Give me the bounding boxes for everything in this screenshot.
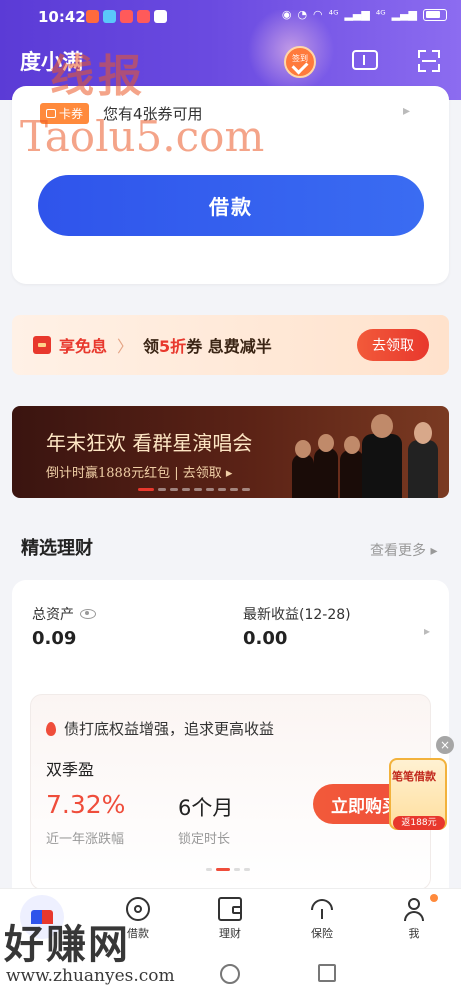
product-rate: 7.32% [46,790,126,819]
latest-income-label: 最新收益(12-28) [243,607,351,623]
eye-comfort-icon: ◉ [281,8,292,21]
product-term-label: 锁定时长 [178,832,231,847]
tab-label: 理财 [219,927,241,940]
red-envelope-icon [33,336,51,354]
interest-free-banner[interactable]: 享免息 〉 领5折券 息费减半 去领取 [12,315,449,375]
floating-ad-amount: 返188元 [393,816,445,830]
wifi-icon: ◠ [313,8,323,21]
ticket-icon[interactable] [352,50,378,70]
coupon-row[interactable]: 卡券 您有4张券可用 ▸ [40,100,410,126]
floating-ad-title: 笔笔借款 [392,770,436,783]
product-name: 双季盈 [46,760,95,779]
concert-banner[interactable]: 年末狂欢 看群星演唱会 倒计时赢1888元红包 | 去领取 ▸ [12,406,449,498]
chevron-right-icon[interactable]: ▸ [424,624,430,638]
notification-dot [430,894,438,902]
concert-subtitle: 倒计时赢1888元红包 | 去领取 ▸ [46,466,233,481]
signal-label: ⁴ᴳ [375,8,386,21]
carousel-indicator [138,488,250,491]
tab-label: 我 [408,927,420,940]
total-assets-value: 0.09 [32,628,77,649]
signal-icon: ▂▄▆ [391,8,417,21]
view-more-link[interactable]: 查看更多 ▸ [370,540,437,560]
target-icon [126,897,150,921]
coupon-icon [46,108,56,118]
tab-borrow[interactable]: 借款 [108,897,168,941]
header-bar: 10:42 ◉ ◔ ◠ ⁴ᴳ ▂▄▆ ⁴ᴳ ▂▄▆ 度小满 签到 [0,0,461,100]
product-rate-label: 近一年涨跌幅 [46,832,125,847]
alarm-icon: ◔ [297,8,308,21]
borrow-button[interactable]: 借款 [38,175,424,236]
claim-button[interactable]: 去领取 [357,329,429,361]
tab-label: 借款 [127,927,149,940]
latest-income-value: 0.00 [243,628,288,649]
app-icon [103,10,116,23]
total-assets-label: 总资产 [32,604,96,624]
weibo-icon [86,10,99,23]
flame-icon [46,721,56,736]
chevron-right-icon: ▸ [402,103,410,119]
signal-icon: ▂▄▆ [344,8,370,21]
concert-title: 年末狂欢 看群星演唱会 [46,431,253,455]
promo-text: 领5折券 息费减半 [143,337,272,356]
coupon-tag: 卡券 [40,102,90,124]
recents-button-icon[interactable] [318,964,336,982]
battery-icon [423,8,447,21]
bottom-nav: 借款 理财 保险 我 [0,888,461,952]
eye-icon[interactable] [80,609,96,619]
status-bar: 10:42 ◉ ◔ ◠ ⁴ᴳ ▂▄▆ ⁴ᴳ ▂▄▆ [0,0,461,36]
status-time: 10:42 [38,8,86,26]
separator-chevron-icon: 〉 [117,337,134,356]
tab-insurance[interactable]: 保险 [292,897,352,941]
app-icon [137,10,150,23]
home-logo-icon[interactable] [20,895,64,939]
product-banner: 债打底权益增强，追求更高收益 [46,718,274,739]
app-title: 度小满 [20,50,83,74]
section-title: 精选理财 [21,538,93,559]
tab-wealth[interactable]: 理财 [200,897,260,941]
umbrella-icon [310,897,334,921]
tab-label: 保险 [311,927,333,940]
performers-image [288,412,449,498]
status-notification-icons [86,10,167,23]
coupon-tag-label: 卡券 [59,106,84,121]
product-term: 6个月 [178,796,234,820]
scan-icon[interactable] [418,50,440,72]
product-pager [206,868,250,871]
app-icon [120,10,133,23]
user-icon [402,897,426,921]
promo-title: 享免息 [59,337,108,356]
wallet-icon [218,897,242,921]
status-indicators: ◉ ◔ ◠ ⁴ᴳ ▂▄▆ ⁴ᴳ ▂▄▆ [282,8,447,21]
checkin-button[interactable]: 签到 [284,46,316,78]
coupon-text: 您有4张券可用 [103,104,203,123]
wechat-icon [154,10,167,23]
tab-me[interactable]: 我 [384,897,444,941]
signal-label: ⁴ᴳ [328,8,339,21]
promo-highlight: 5折 [159,337,187,356]
home-button-icon[interactable] [220,964,240,984]
close-icon[interactable]: × [436,736,454,754]
